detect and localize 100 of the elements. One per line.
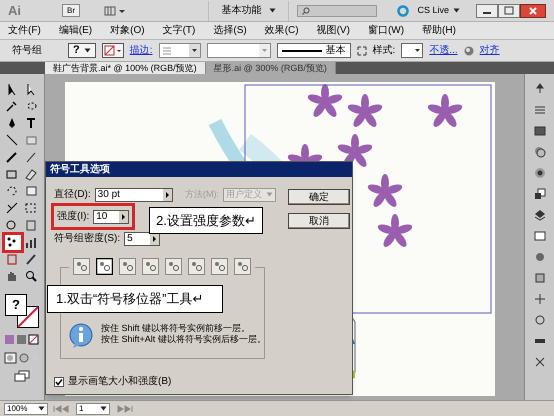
info-text: 按住 Shift 键以将符号实例前移一层。: [101, 323, 252, 334]
fill-swatch[interactable]: ?: [5, 294, 27, 316]
symbol-tool-button[interactable]: [188, 258, 205, 275]
cross-icon[interactable]: [532, 355, 546, 369]
menu-item[interactable]: 对象(O): [110, 23, 145, 38]
field-label: 强度(I):: [57, 210, 90, 224]
checkbox-label: 显示画笔大小和强度(B): [68, 374, 172, 389]
info-icon: [69, 323, 93, 349]
field-value: 30 pt: [96, 188, 120, 202]
layout-icon[interactable]: [104, 4, 126, 16]
symbol-tool-button[interactable]: [234, 258, 251, 275]
arrow-icon[interactable]: [119, 210, 128, 222]
input-field[interactable]: 5: [124, 232, 160, 246]
plus-icon[interactable]: [532, 292, 546, 306]
menu-item[interactable]: 编辑(E): [58, 23, 92, 38]
flower-shape: [348, 94, 382, 127]
fill-dropdown[interactable]: ?: [68, 43, 96, 58]
arrow-icon[interactable]: [163, 188, 172, 200]
caret-icon: [38, 406, 45, 411]
ring-icon: [397, 4, 410, 16]
menu-item[interactable]: 视图(V): [316, 23, 350, 38]
style-dropdown[interactable]: [401, 43, 424, 58]
bridge-button[interactable]: Br: [62, 4, 80, 17]
document-tab[interactable]: 鞋广告背景.ai* @ 100% (RGB/预览): [45, 62, 206, 74]
caret-icon: [266, 192, 273, 197]
gradient-icon[interactable]: [532, 124, 546, 138]
stroke-link[interactable]: 描边:: [130, 43, 153, 58]
color-mode-icons[interactable]: [4, 334, 40, 346]
brush-dropdown[interactable]: 基本: [276, 43, 351, 58]
menu-item[interactable]: 文件(F): [8, 23, 41, 38]
stroke-line-icon: [282, 48, 322, 52]
cs-live-label: CS Live: [417, 4, 449, 17]
symbol-tool-button[interactable]: [73, 258, 90, 275]
brush-label: 基本: [326, 44, 346, 58]
symbol-tool-button[interactable]: [96, 258, 113, 275]
eraser-tool-icon[interactable]: [24, 167, 40, 182]
app-logo: Ai: [8, 2, 22, 20]
opacity-link[interactable]: 不透...: [429, 43, 458, 58]
symbol-tool-button[interactable]: [119, 258, 136, 275]
panel-icon[interactable]: [532, 229, 546, 243]
callout-note: 2.设置强度参数↵: [149, 207, 263, 234]
minimize-icon[interactable]: [476, 4, 498, 18]
close-icon[interactable]: [520, 4, 546, 18]
workspace-switcher[interactable]: 基本功能: [208, 0, 290, 20]
symbol-tool-button[interactable]: [211, 258, 228, 275]
flower-shape: [368, 174, 402, 207]
expand-icon[interactable]: [356, 46, 367, 56]
radio-icon[interactable]: [532, 166, 546, 180]
zoom-value: 100%: [7, 402, 28, 414]
style-label: 样式:: [372, 44, 396, 58]
flower-shape: [378, 214, 412, 247]
caret-icon: [453, 8, 460, 13]
selection-label: 符号组: [12, 44, 42, 58]
document-tab[interactable]: 星形.ai @ 300% (RGB/预览): [206, 62, 336, 74]
page-dropdown[interactable]: 1: [76, 402, 110, 414]
search-icon: [302, 6, 310, 14]
layers-icon[interactable]: [532, 208, 546, 222]
flower-shape: [308, 84, 342, 117]
restore-icon[interactable]: [498, 4, 520, 18]
stroke-weight-field[interactable]: [158, 43, 201, 58]
ring-panel-icon[interactable]: [532, 313, 546, 327]
page-value: 1: [79, 402, 84, 414]
globe-icon[interactable]: [464, 46, 474, 56]
cs-live-button[interactable]: CS Live: [417, 4, 460, 18]
screen-mode-icon[interactable]: [13, 370, 31, 382]
flower-shape: [428, 94, 462, 127]
dialog-title: 符号工具选项: [46, 162, 352, 177]
square-icon[interactable]: [532, 271, 546, 285]
caret-icon: [100, 406, 107, 411]
variable-width-dropdown[interactable]: [206, 43, 271, 58]
dialog-button[interactable]: 取消: [288, 213, 350, 229]
search-field[interactable]: [297, 4, 378, 16]
menu-item[interactable]: 选择(S): [213, 23, 247, 38]
workspace-label: 基本功能: [221, 4, 262, 18]
caret-icon: [269, 8, 276, 13]
show-brush-checkbox[interactable]: 显示画笔大小和强度(B): [54, 374, 276, 389]
stroke-dropdown[interactable]: [102, 43, 124, 58]
caret-icon: [84, 48, 91, 53]
info-text: 按住 Shift+Alt 键以将符号实例后移一层。: [101, 334, 266, 345]
menu-item[interactable]: 文字(T): [162, 23, 196, 38]
circles-icon[interactable]: [532, 145, 546, 159]
layers-squares-icon[interactable]: [532, 187, 546, 201]
zoom-tool-icon[interactable]: [24, 269, 40, 284]
align-link[interactable]: 对齐: [480, 43, 500, 58]
fill-label: ?: [73, 43, 80, 58]
menu-item[interactable]: 帮助(H): [422, 23, 456, 38]
menu-item[interactable]: 窗口(W): [368, 23, 404, 38]
field-value: 10: [95, 210, 108, 224]
input-field[interactable]: 30 pt: [94, 188, 173, 202]
zoom-dropdown[interactable]: 100%: [4, 402, 48, 414]
symbol-sprayer-tool-icon[interactable]: [4, 235, 20, 250]
menu-item[interactable]: 效果(C): [264, 23, 299, 38]
field-value: 5: [126, 232, 133, 246]
callout-note: 1.双击“符号移位器”工具↵: [47, 285, 223, 313]
checkbox-icon: [54, 376, 64, 386]
dialog-button[interactable]: 确定: [288, 189, 350, 205]
field-label: 直径(D):: [54, 188, 91, 202]
symbol-tool-button[interactable]: [142, 258, 159, 275]
symbol-tool-button[interactable]: [165, 258, 182, 275]
input-field[interactable]: 10: [93, 210, 130, 224]
